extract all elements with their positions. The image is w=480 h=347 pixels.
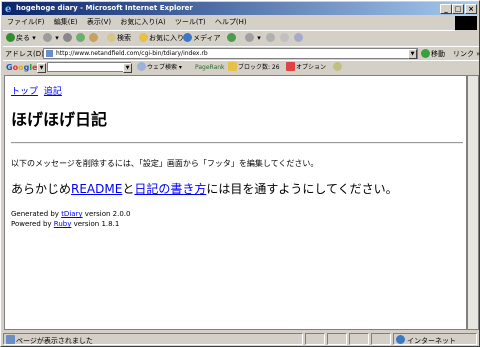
tdiary-link[interactable]: tDiary xyxy=(61,210,82,218)
forward-arrow-icon xyxy=(43,33,52,42)
address-url: http://www.netandfield.com/cgi-bin/tdiar… xyxy=(56,50,208,57)
web-search-button[interactable]: ウェブ検索 ▾ xyxy=(137,61,182,76)
google-options-button[interactable]: オプション xyxy=(286,61,326,76)
address-label: アドレス(D) xyxy=(5,50,44,58)
globe-icon xyxy=(396,335,405,344)
discuss-button[interactable] xyxy=(294,31,304,46)
stop-icon xyxy=(63,33,72,42)
home-button[interactable] xyxy=(89,31,99,46)
edit-button[interactable] xyxy=(280,31,290,46)
menu-tools[interactable]: ツール(T) xyxy=(175,18,206,26)
howto-link[interactable]: 日記の書き方 xyxy=(134,182,206,196)
print-icon xyxy=(266,33,275,42)
pencil-icon xyxy=(333,62,342,71)
ruby-link[interactable]: Ruby xyxy=(54,220,72,228)
svg-text:e: e xyxy=(5,4,11,13)
popup-block-icon xyxy=(228,62,237,71)
status-pane-4 xyxy=(371,333,391,345)
mail-button[interactable]: ▾ xyxy=(245,31,261,46)
readme-notice: あらかじめREADMEと日記の書き方には目を通すようにしてください。 xyxy=(11,182,398,196)
divider xyxy=(11,142,463,144)
menu-help[interactable]: ヘルプ(H) xyxy=(215,18,247,26)
page-icon xyxy=(46,50,53,57)
menu-edit[interactable]: 編集(E) xyxy=(54,18,78,26)
google-logo[interactable]: Google xyxy=(6,61,38,74)
refresh-button[interactable] xyxy=(76,31,86,46)
edit-icon xyxy=(280,33,289,42)
popup-blocker[interactable]: ブロック数: 26 xyxy=(228,61,280,76)
footer-edit-message: 以下のメッセージを削除するには、「設定」画面から「フッタ」を編集してください。 xyxy=(11,159,319,168)
status-message: ページが表示されました xyxy=(3,333,303,345)
search-button[interactable]: 検索 xyxy=(107,31,131,46)
history-button[interactable] xyxy=(227,31,237,46)
google-toolbar: Google ▼ ▼ ウェブ検索 ▾ PageRank ブロック数: 26 オプ… xyxy=(3,60,479,74)
media-icon xyxy=(183,33,192,42)
diary-nav: トップ 追記 xyxy=(11,84,65,97)
nav-top-link[interactable]: トップ xyxy=(11,87,38,97)
title-bar: e hogehoge diary - Microsoft Internet Ex… xyxy=(2,2,478,15)
refresh-icon xyxy=(76,33,85,42)
window-title: hogehoge diary - Microsoft Internet Expl… xyxy=(16,4,193,12)
standard-toolbar: 戻る ▾ ▾ 検索 お気に入り メディア ▾ xyxy=(3,30,455,46)
back-arrow-icon xyxy=(6,33,15,42)
options-icon xyxy=(286,62,295,71)
stop-button[interactable] xyxy=(63,31,73,46)
highlight-button[interactable] xyxy=(333,61,343,76)
readme-link[interactable]: README xyxy=(71,182,122,196)
security-zone: インターネット xyxy=(393,333,477,345)
status-bar: ページが表示されました インターネット xyxy=(3,332,479,346)
google-search-input[interactable] xyxy=(47,62,131,72)
page-done-icon xyxy=(6,335,15,344)
mail-icon xyxy=(245,33,254,42)
status-pane-2 xyxy=(327,333,347,345)
menu-file[interactable]: ファイル(F) xyxy=(7,18,45,26)
address-dropdown[interactable]: ▼ xyxy=(408,49,417,59)
history-icon xyxy=(227,33,236,42)
google-search-dropdown[interactable]: ▼ xyxy=(123,63,132,73)
close-button[interactable]: × xyxy=(465,4,477,14)
status-pane-1 xyxy=(305,333,325,345)
address-bar: アドレス(D) http://www.netandfield.com/cgi-b… xyxy=(3,46,480,61)
address-input[interactable]: http://www.netandfield.com/cgi-bin/tdiar… xyxy=(43,48,418,59)
vertical-scrollbar[interactable] xyxy=(467,75,479,330)
google-menu-dropdown[interactable]: ▼ xyxy=(37,63,46,73)
print-button[interactable] xyxy=(266,31,276,46)
generator-info: Generated by tDiary version 2.0.0 Powere… xyxy=(11,210,131,228)
windows-logo-icon xyxy=(455,16,477,30)
media-button[interactable]: メディア xyxy=(183,31,221,46)
star-icon xyxy=(139,33,148,42)
minimize-button[interactable]: _ xyxy=(440,4,452,14)
back-button[interactable]: 戻る ▾ xyxy=(6,31,36,46)
favorites-button[interactable]: お気に入り xyxy=(139,31,184,46)
pagerank-indicator: PageRank xyxy=(195,64,225,71)
nav-append-link[interactable]: 追記 xyxy=(44,87,62,97)
discuss-icon xyxy=(294,33,303,42)
home-icon xyxy=(89,33,98,42)
maximize-button[interactable]: □ xyxy=(452,4,464,14)
forward-button[interactable]: ▾ xyxy=(43,31,59,46)
ie-logo-icon: e xyxy=(5,4,11,13)
go-arrow-icon xyxy=(421,49,430,58)
search-icon xyxy=(137,62,146,71)
menu-view[interactable]: 表示(V) xyxy=(87,18,111,26)
menu-bar: ファイル(F) 編集(E) 表示(V) お気に入り(A) ツール(T) ヘルプ(… xyxy=(3,16,477,28)
diary-title: ほげほげ日記 xyxy=(11,110,108,129)
status-pane-3 xyxy=(349,333,369,345)
search-icon xyxy=(107,33,116,42)
page-content: トップ 追記 ほげほげ日記 以下のメッセージを削除するには、「設定」画面から「フ… xyxy=(4,75,467,330)
menu-favorites[interactable]: お気に入り(A) xyxy=(120,18,165,26)
browser-window: e hogehoge diary - Microsoft Internet Ex… xyxy=(0,0,480,347)
